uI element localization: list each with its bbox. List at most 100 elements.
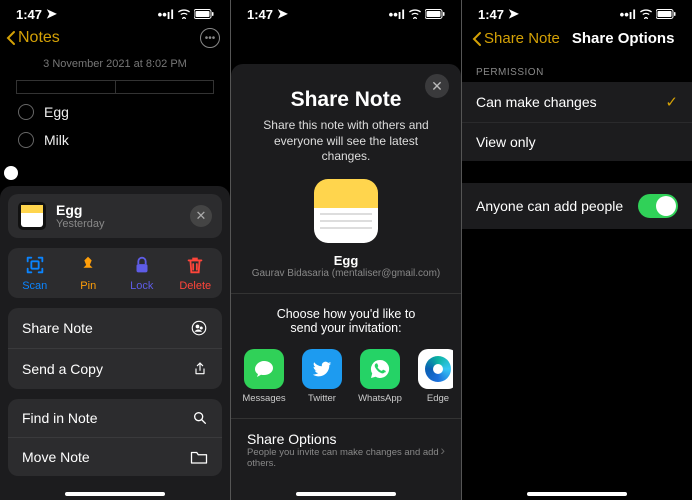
messages-icon <box>252 357 276 381</box>
home-indicator[interactable] <box>527 492 627 496</box>
note-owner: Gaurav Bidasaria (mentaliser@gmail.com) <box>245 268 447 279</box>
nav-bar: Notes ••• <box>0 24 230 52</box>
checkbox-icon[interactable] <box>18 104 34 120</box>
perm-can-change-row[interactable]: Can make changes ✓ <box>462 82 692 123</box>
battery-icon <box>656 7 676 22</box>
location-icon: ➤ <box>277 6 288 22</box>
page-title: Share Options <box>572 30 675 47</box>
anyone-add-toggle[interactable] <box>638 194 678 218</box>
edge-app[interactable]: Edge <box>413 349 453 404</box>
pin-button[interactable]: Pin <box>62 254 116 292</box>
status-bar: 1:47 ➤ ••ıl <box>231 0 461 24</box>
status-time: 1:47 <box>478 7 504 22</box>
note-thumb-icon <box>18 202 46 230</box>
home-indicator[interactable] <box>65 492 165 496</box>
search-icon <box>192 410 208 426</box>
signal-icon: ••ıl <box>389 7 405 22</box>
screen-share-options: 1:47 ➤ ••ıl Share Note Share Options Perm… <box>462 0 692 500</box>
scan-label: Scan <box>22 280 47 292</box>
playback-slider[interactable] <box>4 166 230 180</box>
wifi-icon <box>177 7 191 22</box>
edge-icon <box>425 356 451 382</box>
perm-can-change-label: Can make changes <box>476 94 597 110</box>
anyone-add-row: Anyone can add people <box>462 183 692 229</box>
permission-header: Permission <box>462 53 692 82</box>
share-note-label: Share Note <box>22 320 93 336</box>
perm-view-only-row[interactable]: View only <box>462 123 692 161</box>
find-move-group: Find in Note Move Note <box>8 399 222 476</box>
screen-share-note: 1:47 ➤ ••ıl ✕ Share Note Share this note … <box>231 0 461 500</box>
note-timestamp: 3 November 2021 at 8:02 PM <box>0 52 230 76</box>
anyone-add-group: Anyone can add people <box>462 183 692 229</box>
context-sheet: Egg Yesterday ✕ Scan Pin Lock Delete Sha… <box>0 186 230 500</box>
share-group: Share Note Send a Copy <box>8 308 222 389</box>
whatsapp-icon <box>368 357 392 381</box>
battery-icon <box>194 7 214 22</box>
status-bar: 1:47 ➤ ••ıl <box>462 0 692 24</box>
twitter-app[interactable]: Twitter <box>297 349 347 404</box>
location-icon: ➤ <box>508 6 519 22</box>
app-label: Edge <box>427 393 449 404</box>
anyone-add-label: Anyone can add people <box>476 198 623 214</box>
twitter-icon <box>311 358 333 380</box>
scan-button[interactable]: Scan <box>8 254 62 292</box>
close-button[interactable]: ✕ <box>425 74 449 98</box>
share-options-subtitle: People you invite can make changes and a… <box>247 447 440 469</box>
share-apps-row: Messages Twitter WhatsApp Edge <box>239 343 453 412</box>
modal-title: Share Note <box>245 88 447 112</box>
status-bar: 1:47 ➤ ••ıl <box>0 0 230 24</box>
messages-app[interactable]: Messages <box>239 349 289 404</box>
signal-icon: ••ıl <box>158 7 174 22</box>
folder-icon <box>190 449 208 465</box>
app-label: WhatsApp <box>358 393 402 404</box>
move-label: Move Note <box>22 449 90 465</box>
invite-prompt: Choose how you'd like to send your invit… <box>245 299 447 343</box>
share-note-row[interactable]: Share Note <box>8 308 222 349</box>
app-label: Twitter <box>308 393 336 404</box>
delete-button[interactable]: Delete <box>169 254 223 292</box>
status-time: 1:47 <box>16 7 42 22</box>
move-note-row[interactable]: Move Note <box>8 438 222 476</box>
checkbox-icon[interactable] <box>18 132 34 148</box>
share-modal: ✕ Share Note Share this note with others… <box>231 64 461 500</box>
checklist-item[interactable]: Milk <box>0 126 230 154</box>
home-indicator[interactable] <box>296 492 396 496</box>
screen-note-contextmenu: 1:47 ➤ ••ıl Notes ••• 3 November 2021 at … <box>0 0 230 500</box>
back-button[interactable]: Notes <box>6 29 60 47</box>
share-options-title: Share Options <box>247 431 440 447</box>
checkmark-icon: ✓ <box>665 93 678 111</box>
wifi-icon <box>639 7 653 22</box>
share-options-row[interactable]: Share Options People you invite can make… <box>245 425 447 475</box>
checklist-item[interactable]: Egg <box>0 98 230 126</box>
location-icon: ➤ <box>46 6 57 22</box>
find-label: Find in Note <box>22 410 97 426</box>
share-icon <box>192 360 208 378</box>
perm-view-only-label: View only <box>476 134 536 150</box>
modal-description: Share this note with others and everyone… <box>245 118 447 165</box>
find-in-note-row[interactable]: Find in Note <box>8 399 222 438</box>
checklist-label: Egg <box>44 104 69 120</box>
wifi-icon <box>408 7 422 22</box>
delete-label: Delete <box>179 280 211 292</box>
status-time: 1:47 <box>247 7 273 22</box>
more-icon[interactable]: ••• <box>200 28 220 48</box>
lock-button[interactable]: Lock <box>115 254 169 292</box>
back-label: Notes <box>18 29 60 47</box>
permission-group: Can make changes ✓ View only <box>462 82 692 161</box>
lock-label: Lock <box>130 280 153 292</box>
quick-actions: Scan Pin Lock Delete <box>8 248 222 298</box>
battery-icon <box>425 7 445 22</box>
back-button[interactable]: Share Note <box>472 30 560 47</box>
collaborate-icon <box>190 319 208 337</box>
checklist-label: Milk <box>44 132 69 148</box>
whatsapp-app[interactable]: WhatsApp <box>355 349 405 404</box>
sheet-subtitle: Yesterday <box>56 218 105 230</box>
pin-label: Pin <box>80 280 96 292</box>
send-copy-row[interactable]: Send a Copy <box>8 349 222 389</box>
close-button[interactable]: ✕ <box>190 205 212 227</box>
sheet-header: Egg Yesterday ✕ <box>8 194 222 238</box>
back-label: Share Note <box>484 30 560 47</box>
signal-icon: ••ıl <box>620 7 636 22</box>
empty-table <box>16 80 214 94</box>
sheet-title: Egg <box>56 202 105 218</box>
